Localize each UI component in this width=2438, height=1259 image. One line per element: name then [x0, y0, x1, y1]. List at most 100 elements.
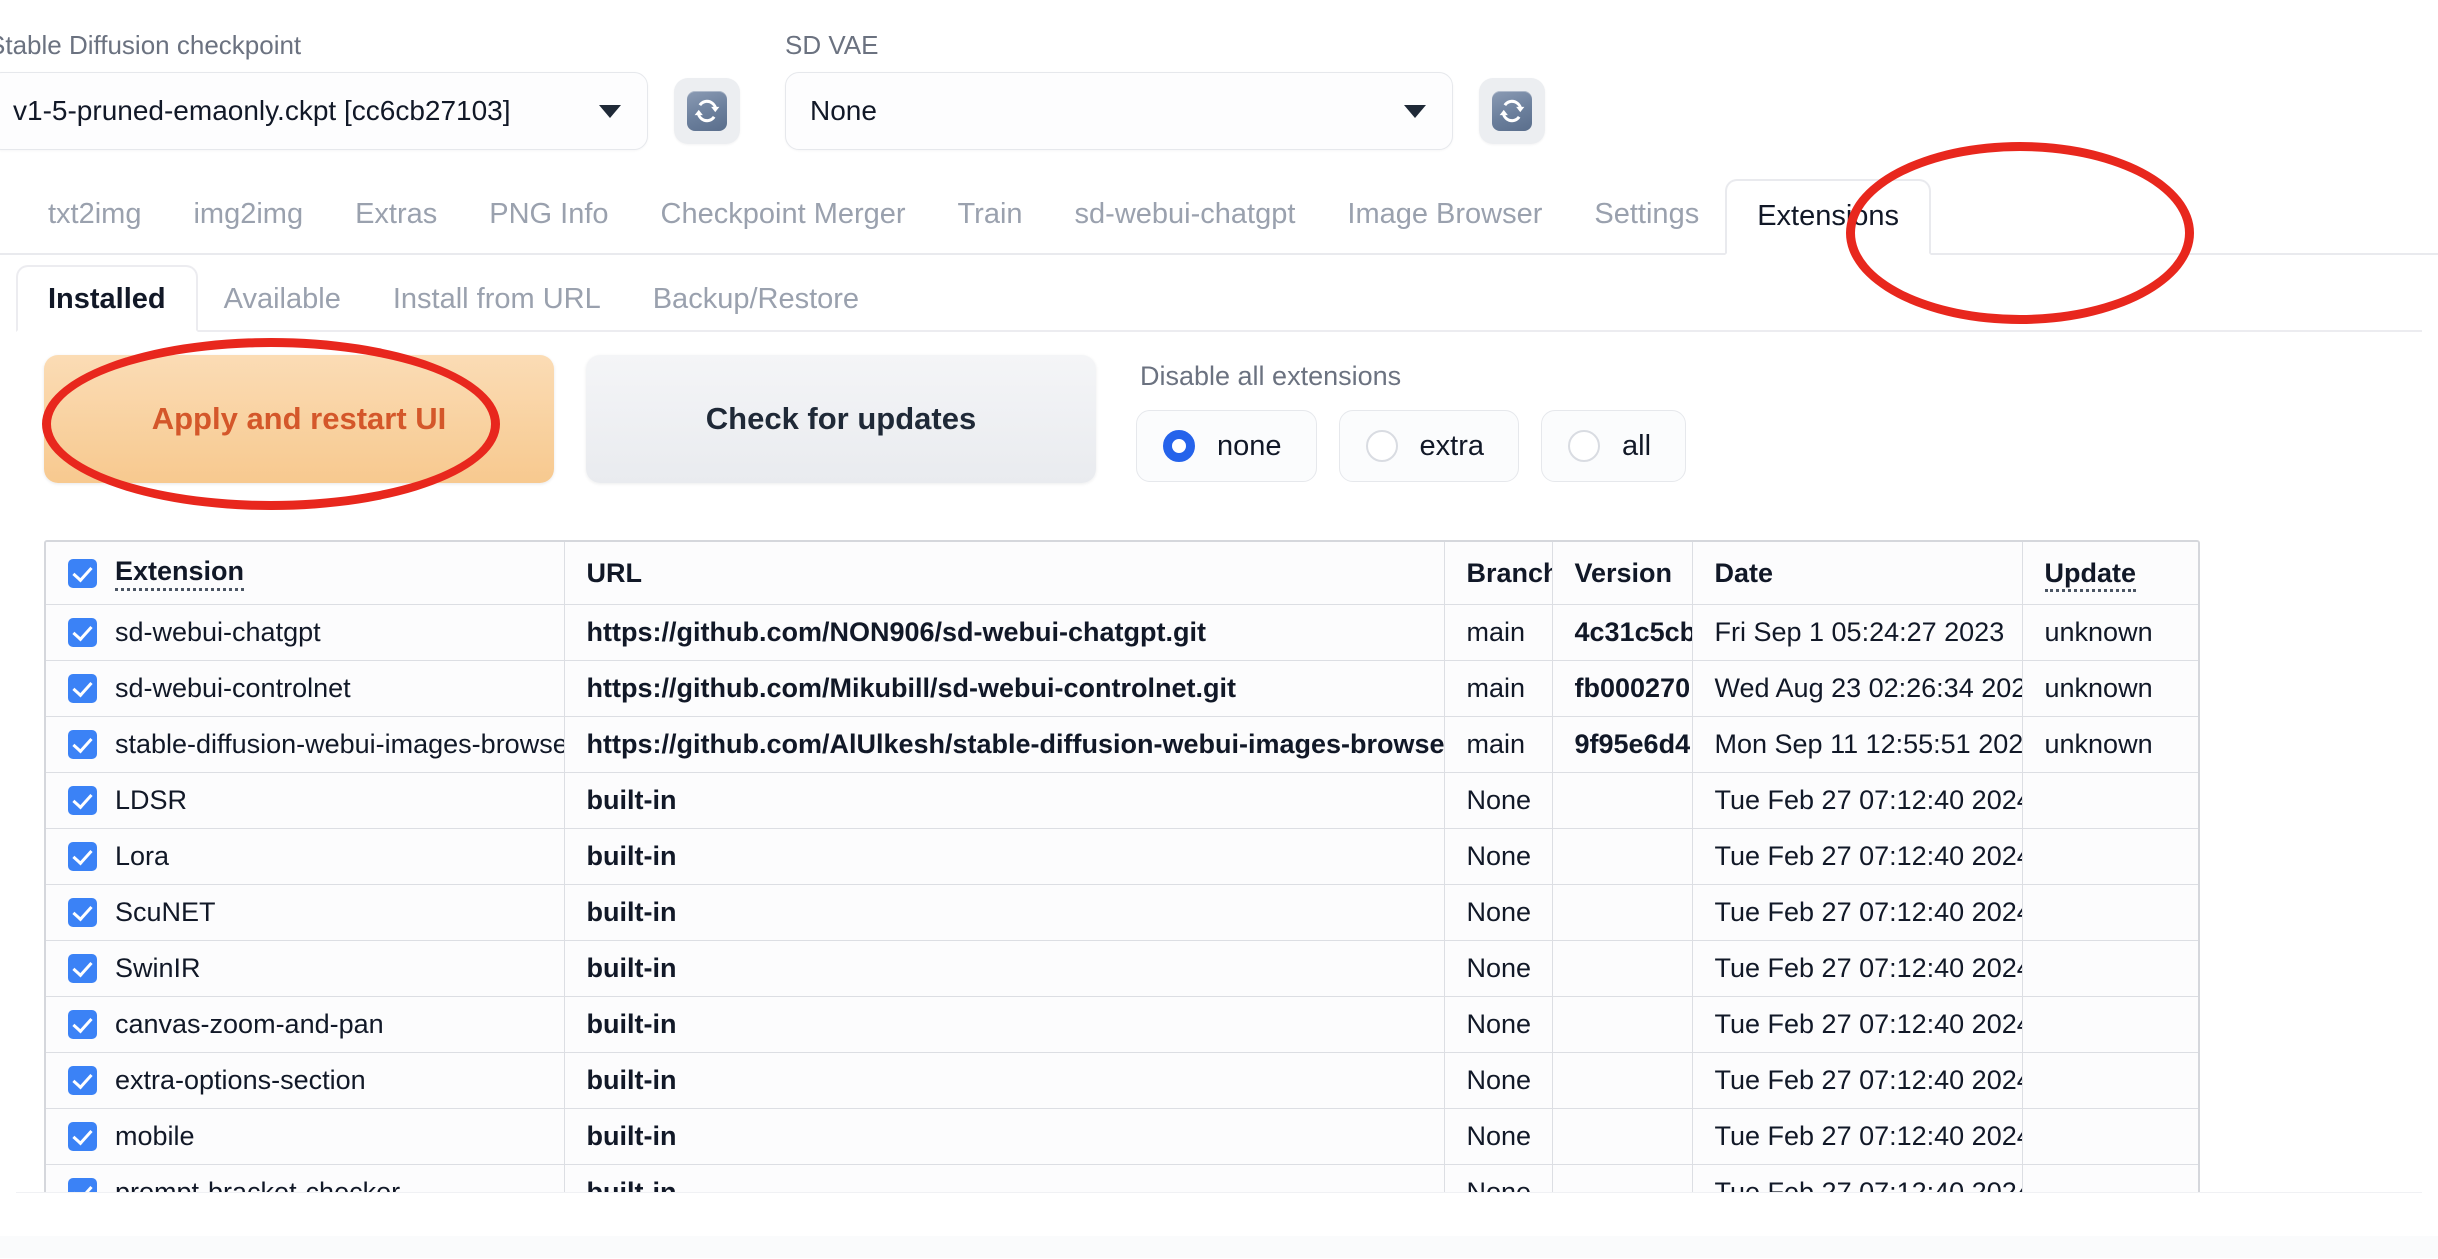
cell-update	[2022, 772, 2198, 829]
radio-label-none: none	[1217, 429, 1282, 462]
main-tab-settings[interactable]: Settings	[1568, 197, 1725, 253]
main-tab-extras[interactable]: Extras	[329, 197, 463, 253]
cell-version	[1552, 772, 1693, 829]
vae-value: None	[810, 95, 877, 126]
header-update: Update	[2022, 542, 2198, 605]
sub-tab-install-from-url[interactable]: Install from URL	[367, 283, 627, 330]
extension-name: LDSR	[115, 785, 188, 815]
cell-url: https://github.com/Mikubill/sd-webui-con…	[564, 660, 1445, 717]
cell-update	[2022, 1108, 2198, 1165]
sub-tab-installed[interactable]: Installed	[16, 265, 198, 332]
radio-label-all: all	[1622, 429, 1652, 462]
table-row: sd-webui-controlnet https://github.com/Mi…	[46, 660, 2198, 717]
cell-branch: None	[1444, 996, 1553, 1053]
disable-all-extensions-group: Disable all extensions none extra all	[1136, 355, 1687, 482]
row-enable-checkbox[interactable]	[68, 1066, 97, 1095]
disable-all-radio-extra[interactable]: extra	[1338, 410, 1519, 482]
chevron-down-icon	[599, 104, 621, 118]
cell-branch: None	[1444, 772, 1553, 829]
main-tab-train[interactable]: Train	[932, 197, 1049, 253]
row-enable-checkbox[interactable]	[68, 618, 97, 647]
checkpoint-value: v1-5-pruned-emaonly.ckpt [cc6cb27103]	[13, 95, 511, 126]
table-row: LDSR built-in None Tue Feb 27 07:12:40 2024	[46, 772, 2198, 829]
cell-version	[1552, 996, 1693, 1053]
apply-and-restart-ui-button[interactable]: Apply and restart UI	[44, 355, 554, 483]
extension-name: sd-webui-chatgpt	[115, 617, 321, 647]
main-tab-sd-webui-chatgpt[interactable]: sd-webui-chatgpt	[1049, 197, 1322, 253]
vae-dropdown[interactable]: None	[785, 72, 1453, 150]
main-tab-png-info[interactable]: PNG Info	[463, 197, 634, 253]
sub-tab-available[interactable]: Available	[198, 283, 367, 330]
checkpoint-group: Stable Diffusion checkpoint v1-5-pruned-…	[0, 30, 740, 150]
main-tab-bar: txt2img img2img Extras PNG Info Checkpoint M…	[0, 175, 2438, 255]
cell-date: Wed Aug 23 02:26:34 2023	[1692, 660, 2023, 717]
table-row: SwinIR built-in None Tue Feb 27 07:12:40 20…	[46, 940, 2198, 997]
cell-extension: ScuNET	[46, 884, 565, 941]
cell-date: Tue Feb 27 07:12:40 2024	[1692, 772, 2023, 829]
checkpoint-refresh-button[interactable]	[674, 78, 740, 144]
cell-url: https://github.com/AlUlkesh/stable-diffu…	[564, 716, 1445, 773]
cell-date: Tue Feb 27 07:12:40 2024	[1692, 1052, 2023, 1109]
main-tab-txt2img[interactable]: txt2img	[22, 197, 167, 253]
extensions-sub-tab-bar: Installed Available Install from URL Backup…	[16, 265, 2422, 332]
row-enable-checkbox[interactable]	[68, 898, 97, 927]
cell-extension: stable-diffusion-webui-images-browser	[46, 716, 565, 773]
cell-update: unknown	[2022, 716, 2198, 773]
extension-name: ScuNET	[115, 897, 216, 927]
select-all-checkbox[interactable]	[68, 558, 97, 588]
row-enable-checkbox[interactable]	[68, 730, 97, 759]
row-enable-checkbox[interactable]	[68, 674, 97, 703]
checkpoint-dropdown[interactable]: v1-5-pruned-emaonly.ckpt [cc6cb27103]	[0, 72, 648, 150]
disable-all-radio-none[interactable]: none	[1136, 410, 1317, 482]
installed-extensions-table: Extension URL Branch Version Date Update…	[46, 542, 2198, 1220]
cell-url: built-in	[564, 996, 1445, 1053]
cell-date: Mon Sep 11 12:55:51 2023	[1692, 716, 2023, 773]
page-bottom-strip	[0, 1236, 2438, 1258]
header-url: URL	[564, 542, 1445, 605]
cell-version	[1552, 884, 1693, 941]
main-tab-img2img[interactable]: img2img	[167, 197, 329, 253]
main-tab-extensions[interactable]: Extensions	[1725, 179, 1932, 255]
sub-tab-backup-restore[interactable]: Backup/Restore	[627, 283, 885, 330]
cell-update: unknown	[2022, 660, 2198, 717]
cell-version: 4c31c5cb	[1552, 604, 1693, 661]
cell-date: Tue Feb 27 07:12:40 2024	[1692, 828, 2023, 885]
main-tab-checkpoint-merger[interactable]: Checkpoint Merger	[635, 197, 932, 253]
table-header-row: Extension URL Branch Version Date Update	[46, 542, 2198, 605]
row-enable-checkbox[interactable]	[68, 842, 97, 871]
row-enable-checkbox[interactable]	[68, 1122, 97, 1151]
radio-indicator-all	[1568, 430, 1600, 462]
extension-name: sd-webui-controlnet	[115, 673, 351, 703]
row-enable-checkbox[interactable]	[68, 786, 97, 815]
checkpoint-label: Stable Diffusion checkpoint	[0, 30, 302, 60]
disable-all-radio-all[interactable]: all	[1541, 410, 1687, 482]
cell-url: built-in	[564, 772, 1445, 829]
table-row: sd-webui-chatgpt https://github.com/NON90…	[46, 604, 2198, 661]
vae-group: SD VAE None	[785, 30, 1545, 150]
row-enable-checkbox[interactable]	[68, 1010, 97, 1039]
cell-extension: LDSR	[46, 772, 565, 829]
extension-name: Lora	[115, 841, 170, 871]
header-extension-label: Extension	[115, 556, 245, 591]
refresh-icon	[1492, 91, 1532, 131]
cell-extension: Lora	[46, 828, 565, 885]
cell-branch: None	[1444, 884, 1553, 941]
cell-url: built-in	[564, 828, 1445, 885]
cell-date: Tue Feb 27 07:12:40 2024	[1692, 996, 2023, 1053]
cell-version: 9f95e6d4	[1552, 716, 1693, 773]
cell-url: built-in	[564, 1108, 1445, 1165]
cell-branch: main	[1444, 604, 1553, 661]
table-row: extra-options-section built-in None Tue Feb…	[46, 1052, 2198, 1109]
row-enable-checkbox[interactable]	[68, 954, 97, 983]
cell-branch: None	[1444, 828, 1553, 885]
check-for-updates-button[interactable]: Check for updates	[586, 355, 1096, 483]
extension-name: stable-diffusion-webui-images-browser	[115, 729, 564, 759]
cell-extension: canvas-zoom-and-pan	[46, 996, 565, 1053]
main-tab-image-browser[interactable]: Image Browser	[1321, 197, 1568, 253]
extensions-action-row: Apply and restart UI Check for updates D…	[44, 355, 1687, 483]
cell-extension: extra-options-section	[46, 1052, 565, 1109]
cell-url: built-in	[564, 884, 1445, 941]
cell-date: Fri Sep 1 05:24:27 2023	[1692, 604, 2023, 661]
header-date: Date	[1692, 542, 2023, 605]
vae-refresh-button[interactable]	[1479, 78, 1545, 144]
